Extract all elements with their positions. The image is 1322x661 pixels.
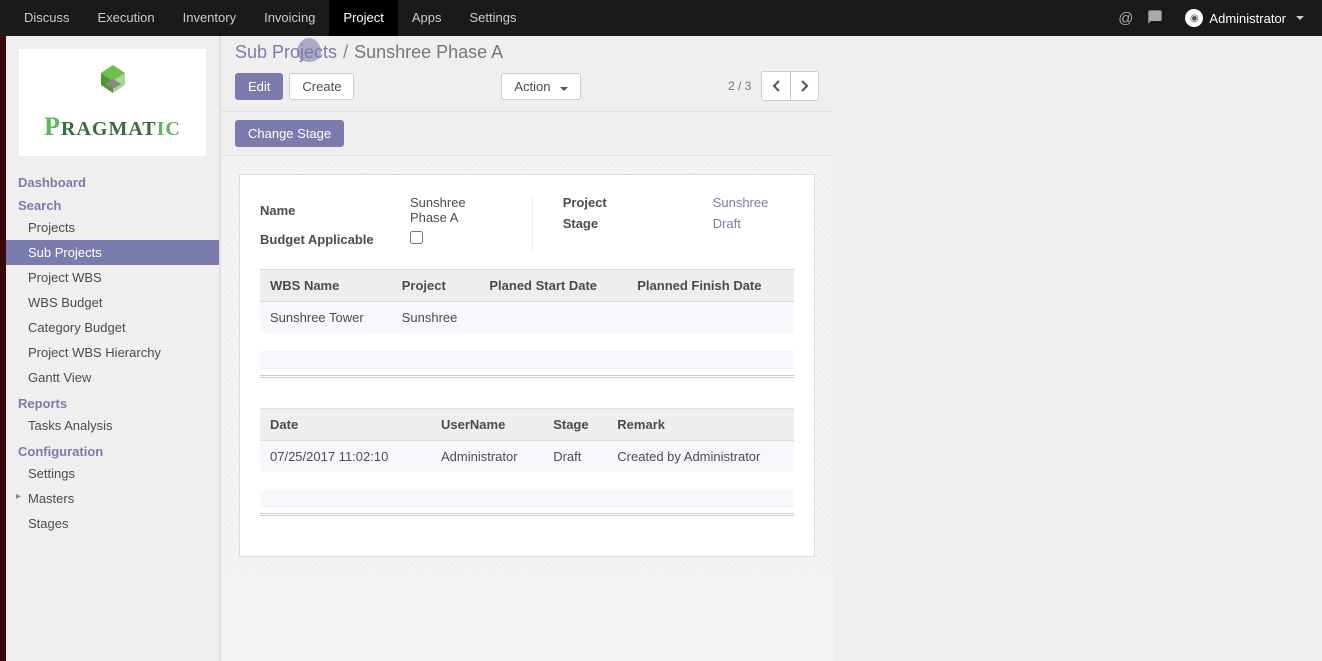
table-empty-row [260, 481, 794, 507]
form-sheet: Name Sunshree Phase A Budget Applicable … [239, 174, 815, 557]
table-footer-sep [260, 375, 794, 378]
nav-discuss[interactable]: Discuss [10, 0, 84, 36]
th-user[interactable]: UserName [431, 408, 543, 440]
nav-inventory[interactable]: Inventory [169, 0, 250, 36]
cell-stage: Draft [543, 440, 607, 481]
th-wbs-name[interactable]: WBS Name [260, 270, 392, 302]
nav-execution[interactable]: Execution [84, 0, 169, 36]
logo-cube-icon [91, 63, 135, 104]
th-project[interactable]: Project [392, 270, 480, 302]
sidebar-category-budget[interactable]: Category Budget [6, 315, 219, 340]
checkbox-budget [410, 231, 423, 244]
breadcrumb-parent[interactable]: Sub Projects [235, 42, 337, 63]
breadcrumb: Sub Projects / Sunshree Phase A [235, 42, 819, 63]
cell-start [479, 302, 627, 343]
user-menu[interactable]: ◉ Administrator [1177, 9, 1312, 27]
cell-project: Sunshree [392, 302, 480, 343]
caret-down-icon [1296, 16, 1304, 20]
cell-finish [627, 302, 794, 343]
breadcrumb-current: Sunshree Phase A [354, 42, 503, 63]
label-stage: Stage [563, 216, 713, 231]
chevron-left-icon [772, 80, 781, 92]
logo: PRAGMATIC [18, 48, 207, 157]
section-reports[interactable]: Reports [6, 390, 219, 413]
link-project[interactable]: Sunshree [713, 195, 769, 210]
logo-text: PRAGMATIC [27, 112, 198, 142]
value-name: Sunshree Phase A [410, 195, 492, 225]
sidebar-gantt-view[interactable]: Gantt View [6, 365, 219, 390]
change-stage-button[interactable]: Change Stage [235, 120, 344, 147]
chevron-right-icon [800, 80, 809, 92]
table-empty-row [260, 342, 794, 368]
status-bar: Change Stage [221, 112, 833, 156]
cell-date: 07/25/2017 11:02:10 [260, 440, 431, 481]
nav-apps[interactable]: Apps [398, 0, 456, 36]
edit-button[interactable]: Edit [235, 73, 283, 100]
cell-user: Administrator [431, 440, 543, 481]
sidebar-masters[interactable]: Masters [6, 486, 219, 511]
th-finish[interactable]: Planned Finish Date [627, 270, 794, 302]
cell-remark: Created by Administrator [607, 440, 794, 481]
th-start[interactable]: Planed Start Date [479, 270, 627, 302]
section-search[interactable]: Search [6, 192, 219, 215]
chat-icon[interactable] [1147, 9, 1163, 28]
avatar-icon: ◉ [1185, 9, 1203, 27]
table-footer-sep [260, 513, 794, 516]
log-table: Date UserName Stage Remark 07/25/2017 11… [260, 408, 794, 508]
sidebar-tasks-analysis[interactable]: Tasks Analysis [6, 413, 219, 438]
section-dashboard[interactable]: Dashboard [6, 169, 219, 192]
action-dropdown[interactable]: Action [501, 73, 581, 100]
section-configuration[interactable]: Configuration [6, 438, 219, 461]
th-remark[interactable]: Remark [607, 408, 794, 440]
pager-buttons [761, 71, 819, 101]
pager-next[interactable] [790, 72, 818, 100]
table-row[interactable]: 07/25/2017 11:02:10 Administrator Draft … [260, 440, 794, 481]
label-name: Name [260, 203, 410, 218]
sidebar-projects[interactable]: Projects [6, 215, 219, 240]
wbs-table: WBS Name Project Planed Start Date Plann… [260, 269, 794, 369]
sidebar: PRAGMATIC Dashboard Search Projects Sub … [6, 36, 220, 661]
breadcrumb-sep: / [343, 42, 348, 63]
table-row[interactable]: Sunshree Tower Sunshree [260, 302, 794, 343]
sidebar-wbs-budget[interactable]: WBS Budget [6, 290, 219, 315]
sidebar-project-wbs[interactable]: Project WBS [6, 265, 219, 290]
pager-prev[interactable] [762, 72, 790, 100]
top-nav: Discuss Execution Inventory Invoicing Pr… [0, 0, 1322, 36]
create-button[interactable]: Create [289, 73, 354, 100]
nav-invoicing[interactable]: Invoicing [250, 0, 329, 36]
label-project: Project [563, 195, 713, 210]
content-area: Sub Projects / Sunshree Phase A Edit Cre… [220, 36, 833, 661]
at-icon[interactable]: @ [1118, 10, 1133, 27]
nav-settings[interactable]: Settings [456, 0, 531, 36]
control-panel: Sub Projects / Sunshree Phase A Edit Cre… [221, 36, 833, 112]
cell-wbs-name: Sunshree Tower [260, 302, 392, 343]
th-stage[interactable]: Stage [543, 408, 607, 440]
user-name: Administrator [1209, 11, 1286, 26]
sidebar-settings[interactable]: Settings [6, 461, 219, 486]
pager-text[interactable]: 2 / 3 [728, 79, 751, 93]
sidebar-stages[interactable]: Stages [6, 511, 219, 536]
caret-down-icon [560, 87, 568, 91]
sidebar-sub-projects[interactable]: Sub Projects [6, 240, 219, 265]
link-stage[interactable]: Draft [713, 216, 741, 231]
action-label: Action [514, 79, 550, 94]
th-date[interactable]: Date [260, 408, 431, 440]
sidebar-project-wbs-hierarchy[interactable]: Project WBS Hierarchy [6, 340, 219, 365]
label-budget: Budget Applicable [260, 232, 410, 247]
nav-project[interactable]: Project [329, 0, 397, 36]
